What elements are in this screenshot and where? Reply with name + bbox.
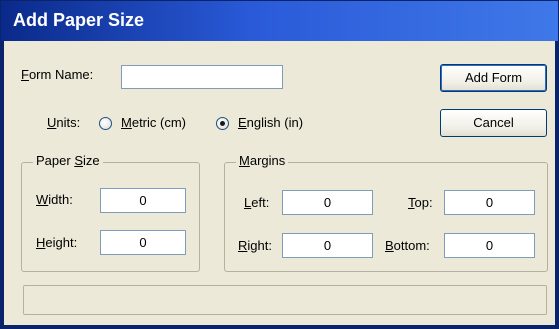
right-margin-label: Right: xyxy=(238,238,272,253)
title-bar[interactable]: Add Paper Size xyxy=(1,1,558,41)
window-title: Add Paper Size xyxy=(13,10,145,30)
right-margin-input[interactable] xyxy=(282,233,373,258)
english-radio[interactable] xyxy=(216,117,229,130)
add-paper-size-dialog: Add Paper Size Form Name: Add Form Cance… xyxy=(0,0,559,329)
margins-legend: Margins xyxy=(236,153,289,168)
metric-radio[interactable] xyxy=(99,117,112,130)
radio-selected-dot xyxy=(220,121,225,126)
metric-radio-label[interactable]: Metric (cm) xyxy=(121,115,186,130)
width-input[interactable] xyxy=(100,188,186,213)
height-label: Height: xyxy=(36,235,78,250)
dialog-client-area: Form Name: Add Form Cancel Units: Metric… xyxy=(4,41,555,325)
bottom-margin-label: Bottom: xyxy=(385,238,430,253)
form-name-input[interactable] xyxy=(121,65,283,89)
height-input[interactable] xyxy=(100,230,186,255)
add-form-button[interactable]: Add Form xyxy=(440,64,547,92)
top-margin-input[interactable] xyxy=(444,190,535,215)
form-name-label: Form Name: xyxy=(21,67,94,82)
cancel-button[interactable]: Cancel xyxy=(440,109,547,137)
units-label: Units: xyxy=(47,115,81,130)
english-radio-label[interactable]: English (in) xyxy=(238,115,303,130)
width-label: Width: xyxy=(36,192,73,207)
left-margin-label: Left: xyxy=(244,195,270,210)
top-margin-label: Top: xyxy=(408,195,433,210)
bottom-margin-input[interactable] xyxy=(444,233,535,258)
paper-size-legend: Paper Size xyxy=(33,153,103,168)
paper-size-group xyxy=(21,162,200,272)
left-margin-input[interactable] xyxy=(282,190,373,215)
status-bar xyxy=(23,285,547,315)
